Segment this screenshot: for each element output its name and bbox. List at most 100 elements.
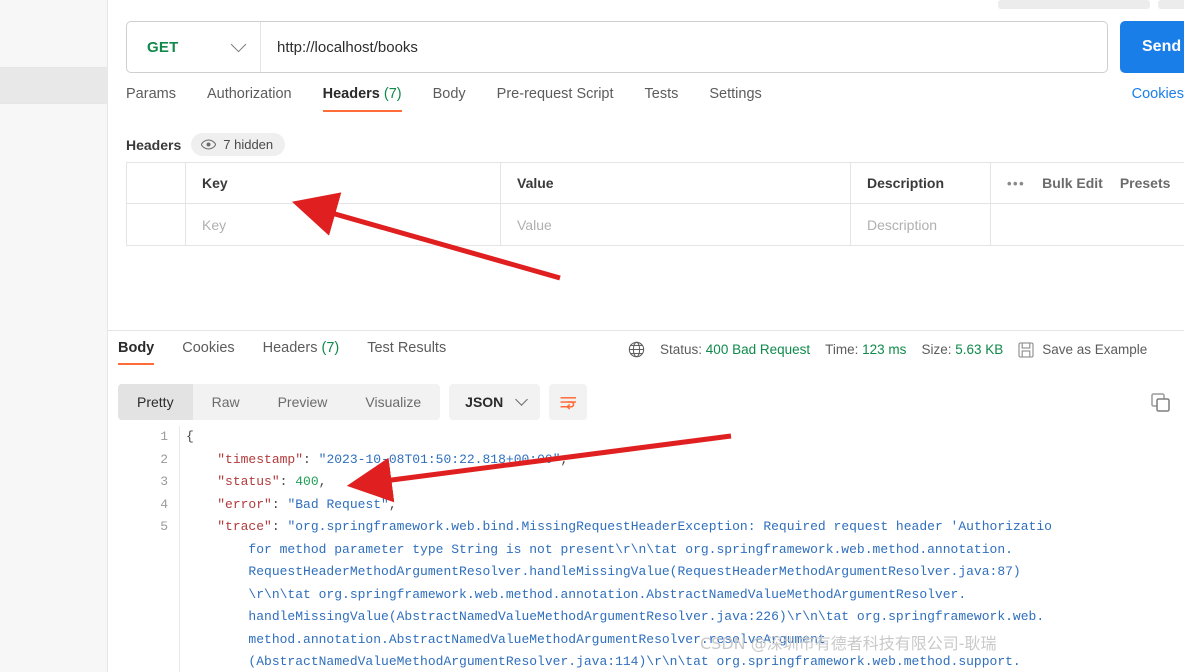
http-method-label: GET bbox=[147, 38, 179, 56]
status-value: 400 Bad Request bbox=[705, 342, 811, 357]
headers-table-header-row: Key Value Description ••• Bulk Edit Pres… bbox=[127, 163, 1184, 204]
postman-app-window: GET http://localhost/books Send Params A… bbox=[0, 0, 1184, 672]
row-spacer bbox=[991, 204, 1184, 245]
view-mode-pretty[interactable]: Pretty bbox=[118, 384, 193, 420]
headers-table-row: Key Value Description bbox=[127, 204, 1184, 245]
send-button[interactable]: Send bbox=[1120, 21, 1184, 73]
code-line: (AbstractNamedValueMethodArgumentResolve… bbox=[186, 654, 1021, 669]
code-content[interactable]: { "timestamp": "2023-10-08T01:50:22.818+… bbox=[180, 426, 1184, 672]
code-line: for method parameter type String is not … bbox=[186, 541, 1013, 557]
tab-headers[interactable]: Headers (7) bbox=[322, 86, 402, 112]
code-line-number: 2 bbox=[160, 451, 168, 467]
tab-tests[interactable]: Tests bbox=[645, 86, 679, 112]
word-wrap-button[interactable] bbox=[549, 384, 588, 420]
response-meta: Status: 400 Bad Request Time: 123 ms Siz… bbox=[628, 341, 1147, 358]
response-tab-headers-count: (7) bbox=[321, 340, 340, 356]
status-group: Status: 400 Bad Request bbox=[660, 342, 810, 357]
code-line-number bbox=[118, 651, 179, 672]
tab-pre-request-script[interactable]: Pre-request Script bbox=[497, 86, 614, 112]
sidebar-item-active[interactable] bbox=[0, 68, 108, 103]
eye-icon bbox=[201, 139, 217, 150]
header-col-checkbox bbox=[127, 163, 186, 203]
code-line-number: 1 bbox=[160, 429, 168, 444]
header-col-key: Key bbox=[186, 163, 501, 203]
watermark-text: CSDN @深圳市有德者科技有限公司-耿瑞 bbox=[700, 634, 997, 653]
code-line: "status": 400, bbox=[217, 474, 327, 489]
headers-table: Key Value Description ••• Bulk Edit Pres… bbox=[126, 162, 1184, 246]
url-input[interactable]: http://localhost/books bbox=[277, 22, 1097, 72]
view-mode-preview[interactable]: Preview bbox=[259, 384, 347, 420]
tab-settings-label: Settings bbox=[709, 86, 762, 102]
response-body-toolbar: Pretty Raw Preview Visualize JSON bbox=[118, 384, 588, 420]
globe-icon[interactable] bbox=[628, 341, 645, 358]
tab-tests-label: Tests bbox=[644, 86, 679, 102]
cookies-link[interactable]: Cookies bbox=[1132, 86, 1184, 102]
code-line: { bbox=[186, 429, 194, 444]
size-group: Size: 5.63 KB bbox=[921, 342, 1003, 357]
tab-params-label: Params bbox=[126, 86, 176, 102]
word-wrap-icon bbox=[560, 396, 576, 410]
hidden-headers-badge[interactable]: 7 hidden bbox=[191, 133, 286, 156]
size-value: 5.63 KB bbox=[955, 342, 1004, 357]
copy-icon bbox=[1151, 393, 1170, 412]
response-tabs: Body Cookies Headers (7) Test Results bbox=[118, 340, 474, 365]
code-line-number bbox=[118, 606, 179, 629]
key-input[interactable]: Key bbox=[186, 204, 501, 245]
top-chrome-strip bbox=[108, 0, 1184, 12]
header-col-value: Value bbox=[501, 163, 851, 203]
row-checkbox[interactable] bbox=[127, 204, 186, 245]
response-tab-body[interactable]: Body bbox=[118, 340, 155, 365]
more-horizontal-icon[interactable]: ••• bbox=[1007, 176, 1025, 191]
value-input[interactable]: Value bbox=[501, 204, 851, 245]
tab-body[interactable]: Body bbox=[433, 86, 466, 112]
code-line: "timestamp": "2023-10-08T01:50:22.818+00… bbox=[217, 451, 569, 467]
description-input[interactable]: Description bbox=[851, 204, 991, 245]
code-line: method.annotation.AbstractNamedValueMeth… bbox=[186, 631, 826, 647]
code-line-number: 5 bbox=[160, 519, 168, 534]
time-value: 123 ms bbox=[862, 342, 907, 357]
code-line-number: 4 bbox=[160, 496, 168, 512]
view-mode-segmented-control: Pretty Raw Preview Visualize bbox=[118, 384, 441, 420]
tab-body-label: Body bbox=[432, 86, 466, 102]
tab-authorization-label: Authorization bbox=[206, 86, 292, 102]
chrome-chip-eye[interactable] bbox=[1158, 0, 1184, 9]
tab-headers-label: Headers bbox=[322, 86, 380, 102]
code-line-number-gutter: 1 2 3 4 5 bbox=[118, 426, 180, 672]
response-tab-cookies-label: Cookies bbox=[182, 340, 235, 356]
chevron-down-icon bbox=[230, 36, 247, 53]
bulk-edit-button[interactable]: Bulk Edit bbox=[1042, 175, 1103, 191]
tab-params[interactable]: Params bbox=[126, 86, 176, 112]
http-method-selector[interactable]: GET bbox=[127, 22, 261, 72]
left-sidebar bbox=[0, 0, 108, 672]
response-body-code-viewer[interactable]: 1 2 3 4 5 { "timestamp": "2023-10-08T01:50:2… bbox=[118, 426, 1184, 672]
response-tab-headers-label: Headers bbox=[262, 340, 318, 356]
response-tab-body-label: Body bbox=[118, 340, 155, 356]
save-as-example-button[interactable]: Save as Example bbox=[1018, 341, 1148, 358]
code-line: handleMissingValue(AbstractNamedValueMet… bbox=[186, 609, 1045, 624]
view-mode-raw[interactable]: Raw bbox=[193, 384, 259, 420]
presets-button[interactable]: Presets bbox=[1120, 175, 1171, 191]
tab-authorization[interactable]: Authorization bbox=[207, 86, 292, 112]
code-line: RequestHeaderMethodArgumentResolver.hand… bbox=[186, 564, 1021, 579]
status-label: Status: bbox=[660, 342, 703, 357]
save-as-example-label: Save as Example bbox=[1042, 342, 1148, 357]
response-tab-test-results[interactable]: Test Results bbox=[367, 340, 446, 365]
response-tab-cookies[interactable]: Cookies bbox=[182, 340, 234, 365]
format-select[interactable]: JSON bbox=[449, 384, 541, 420]
chrome-chip-environment[interactable] bbox=[998, 0, 1150, 9]
copy-response-button[interactable] bbox=[1150, 392, 1172, 414]
code-line: "trace": "org.springframework.web.bind.M… bbox=[217, 519, 1052, 534]
code-line: \r\n\tat org.springframework.web.method.… bbox=[186, 586, 967, 602]
headers-title-row: Headers 7 hidden bbox=[126, 133, 286, 156]
request-url-bar: GET http://localhost/books bbox=[126, 21, 1108, 73]
response-separator bbox=[108, 330, 1184, 331]
code-line-number bbox=[118, 584, 179, 607]
headers-title: Headers bbox=[126, 136, 182, 153]
tab-settings[interactable]: Settings bbox=[709, 86, 761, 112]
response-tab-headers[interactable]: Headers (7) bbox=[263, 340, 340, 365]
view-mode-visualize[interactable]: Visualize bbox=[346, 384, 440, 420]
hidden-headers-badge-label: 7 hidden bbox=[223, 137, 274, 152]
code-line-number bbox=[118, 539, 179, 562]
header-col-description: Description bbox=[851, 163, 991, 203]
format-select-value: JSON bbox=[465, 394, 504, 410]
